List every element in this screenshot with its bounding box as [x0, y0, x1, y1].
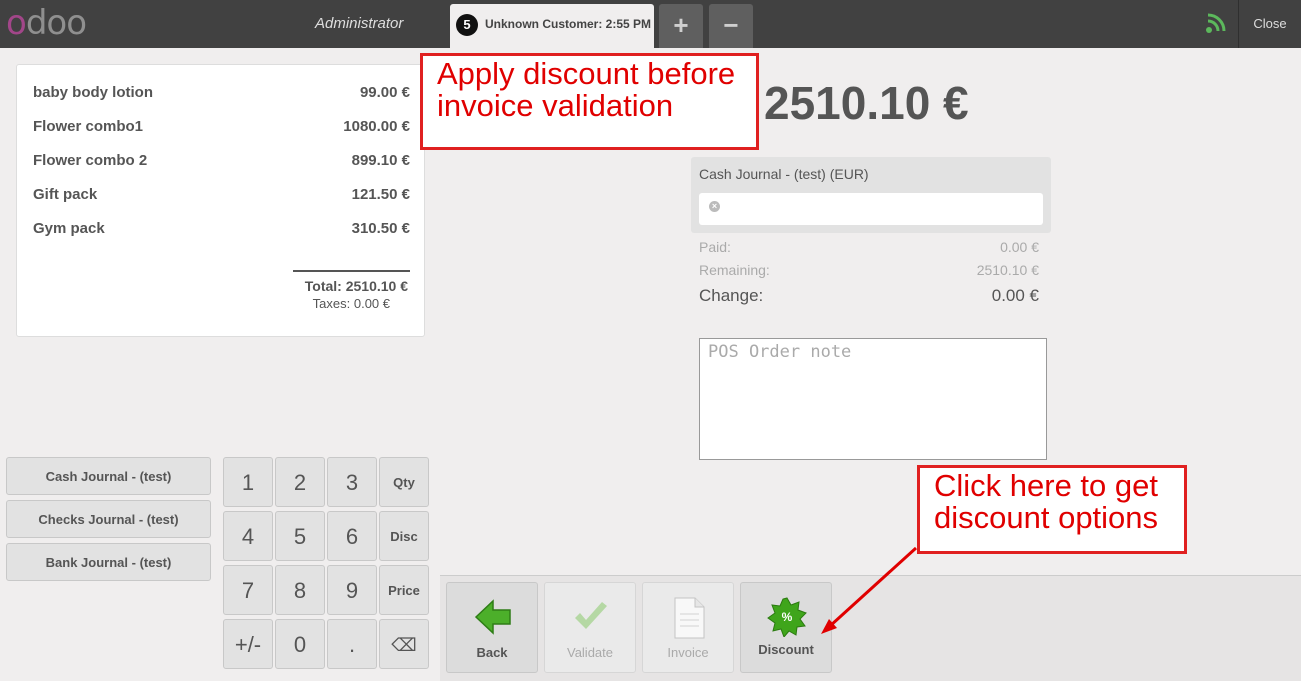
annotation-arrow-icon: [821, 546, 918, 634]
